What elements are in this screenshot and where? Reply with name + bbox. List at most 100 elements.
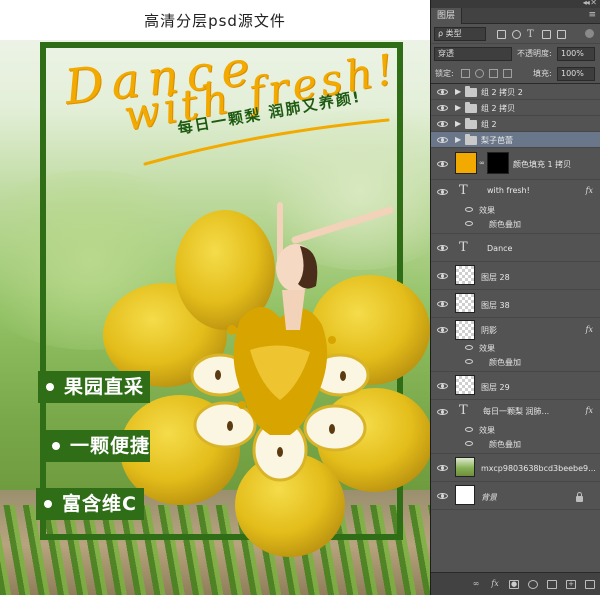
visibility-eye-icon[interactable] (437, 137, 448, 143)
lock-label: 锁定: (435, 69, 454, 78)
bullet-dot (46, 383, 54, 391)
text-filter-icon[interactable]: T (527, 29, 536, 39)
tab-layers[interactable]: 图层 (431, 8, 463, 24)
lock-image-icon[interactable] (475, 69, 484, 78)
new-layer-icon[interactable]: + (566, 579, 576, 589)
new-group-icon[interactable] (547, 579, 557, 589)
add-style-icon[interactable]: fx (490, 579, 500, 589)
expand-arrow-icon[interactable]: ▶ (455, 119, 461, 128)
layer-thumbnail (455, 485, 475, 505)
lock-all-icon[interactable] (503, 69, 512, 78)
effect-eye-icon[interactable] (465, 441, 473, 446)
effect-eye-icon[interactable] (465, 427, 473, 432)
filter-kind-select[interactable]: ρ 类型 (434, 27, 486, 41)
poster-top-title: 高清分层psd源文件 (144, 12, 286, 30)
visibility-eye-icon[interactable] (437, 105, 448, 111)
layer-thumbnail (455, 265, 475, 285)
effect-eye-icon[interactable] (465, 207, 473, 212)
folder-icon (465, 134, 477, 145)
layer-thumbnail (455, 320, 475, 340)
badge-vitamin-c: 富含维C (36, 488, 144, 520)
layer-row[interactable]: 图层 29 (431, 372, 600, 400)
visibility-eye-icon[interactable] (437, 301, 448, 307)
lock-transparent-icon[interactable] (461, 69, 470, 78)
visibility-eye-icon[interactable] (437, 121, 448, 127)
new-adjustment-icon[interactable] (528, 579, 538, 589)
folder-icon (465, 102, 477, 113)
lock-icon (576, 492, 583, 502)
layer-row[interactable]: ∞ 颜色填充 1 拷贝 (431, 148, 600, 180)
fx-icon[interactable]: fx (586, 406, 593, 415)
expand-arrow-icon[interactable]: ▶ (455, 103, 461, 112)
visibility-eye-icon[interactable] (437, 273, 448, 279)
layers-panel: ◂◂ ✕ 图层 ≡ ρ 类型 T 穿透 不透明度: 100% 锁定: 填充: 1… (430, 0, 600, 595)
link-layers-icon[interactable]: ∞ (471, 579, 481, 589)
layer-row[interactable]: ▶ 组 2 拷贝 (431, 100, 600, 116)
layer-mask-thumbnail (487, 152, 509, 174)
layer-thumbnail (455, 375, 475, 395)
visibility-eye-icon[interactable] (437, 383, 448, 389)
lock-row: 锁定: 填充: 100% (431, 64, 600, 84)
panel-menu-icon[interactable]: ≡ (588, 10, 596, 20)
layer-row[interactable]: T with fresh! fx 效果 颜色叠加 (431, 180, 600, 234)
visibility-eye-icon[interactable] (437, 189, 448, 195)
layer-thumbnail (455, 457, 475, 477)
layer-row[interactable]: T Dance (431, 234, 600, 262)
panel-footer-toolbar: ∞ fx ● + (431, 572, 600, 595)
visibility-eye-icon[interactable] (437, 493, 448, 499)
chain-link-icon: ∞ (479, 159, 485, 167)
collapse-icon[interactable]: ◂◂ ✕ (583, 0, 597, 7)
effect-eye-icon[interactable] (465, 221, 473, 226)
fill-input[interactable]: 100% (557, 67, 595, 81)
visibility-eye-icon[interactable] (437, 409, 448, 415)
fx-icon[interactable]: fx (586, 186, 593, 195)
layer-row[interactable]: T 每日一颗梨 润肺... fx 效果 颜色叠加 (431, 400, 600, 454)
effect-eye-icon[interactable] (465, 359, 473, 364)
layer-row[interactable]: 图层 38 (431, 290, 600, 318)
opacity-label: 不透明度: (517, 49, 552, 58)
visibility-eye-icon[interactable] (437, 161, 448, 167)
smart-object-filter-icon[interactable] (557, 29, 566, 39)
add-mask-icon[interactable]: ● (509, 579, 519, 589)
panel-topbar: ◂◂ ✕ (431, 0, 600, 8)
badge-orchard-direct: 果园直采 (38, 371, 150, 403)
text-layer-icon: T (459, 183, 468, 198)
layer-thumbnail (455, 293, 475, 313)
fill-label: 填充: (533, 69, 552, 78)
text-layer-icon: T (459, 403, 468, 418)
poster-canvas: 高清分层psd源文件 Dance with fresh! 每日一颗梨 润肺又养颜… (0, 0, 430, 595)
visibility-eye-icon[interactable] (437, 465, 448, 471)
filter-row: ρ 类型 T (431, 24, 600, 44)
visibility-eye-icon[interactable] (437, 89, 448, 95)
visibility-eye-icon[interactable] (437, 327, 448, 333)
expand-arrow-icon[interactable]: ▶ (455, 135, 461, 144)
adjustment-filter-icon[interactable] (512, 29, 521, 39)
layer-row[interactable]: 背景 (431, 482, 600, 510)
text-layer-icon: T (459, 240, 468, 255)
bullet-dot (44, 500, 52, 508)
bullet-dot (52, 442, 60, 450)
trash-icon[interactable] (585, 579, 595, 589)
filter-toggle-icon[interactable] (585, 29, 594, 38)
visibility-eye-icon[interactable] (437, 245, 448, 251)
layer-list: ▶ 组 2 拷贝 2 ▶ 组 2 拷贝 ▶ 组 2 ▶ 梨子芭蕾 ∞ 颜色填充 … (431, 84, 600, 574)
shape-filter-icon[interactable] (542, 29, 551, 39)
folder-icon (465, 118, 477, 129)
layer-thumbnail (455, 152, 477, 174)
expand-arrow-icon[interactable]: ▶ (455, 87, 461, 96)
opacity-input[interactable]: 100% (557, 47, 595, 61)
blend-mode-select[interactable]: 穿透 (434, 47, 512, 61)
pixel-filter-icon[interactable] (497, 29, 506, 39)
layer-row[interactable]: 阴影 fx 效果 颜色叠加 (431, 318, 600, 372)
layer-row[interactable]: ▶ 组 2 拷贝 2 (431, 84, 600, 100)
fx-icon[interactable]: fx (586, 325, 593, 334)
layer-row-selected[interactable]: ▶ 梨子芭蕾 (431, 132, 600, 148)
layer-row[interactable]: 图层 28 (431, 262, 600, 290)
folder-icon (465, 86, 477, 97)
layer-row[interactable]: mxcp9803638bcd3beebe9... (431, 454, 600, 482)
blend-row: 穿透 不透明度: 100% (431, 44, 600, 64)
layer-row[interactable]: ▶ 组 2 (431, 116, 600, 132)
lock-position-icon[interactable] (489, 69, 498, 78)
effect-eye-icon[interactable] (465, 345, 473, 350)
badge-convenient: 一颗便捷 (44, 430, 150, 462)
